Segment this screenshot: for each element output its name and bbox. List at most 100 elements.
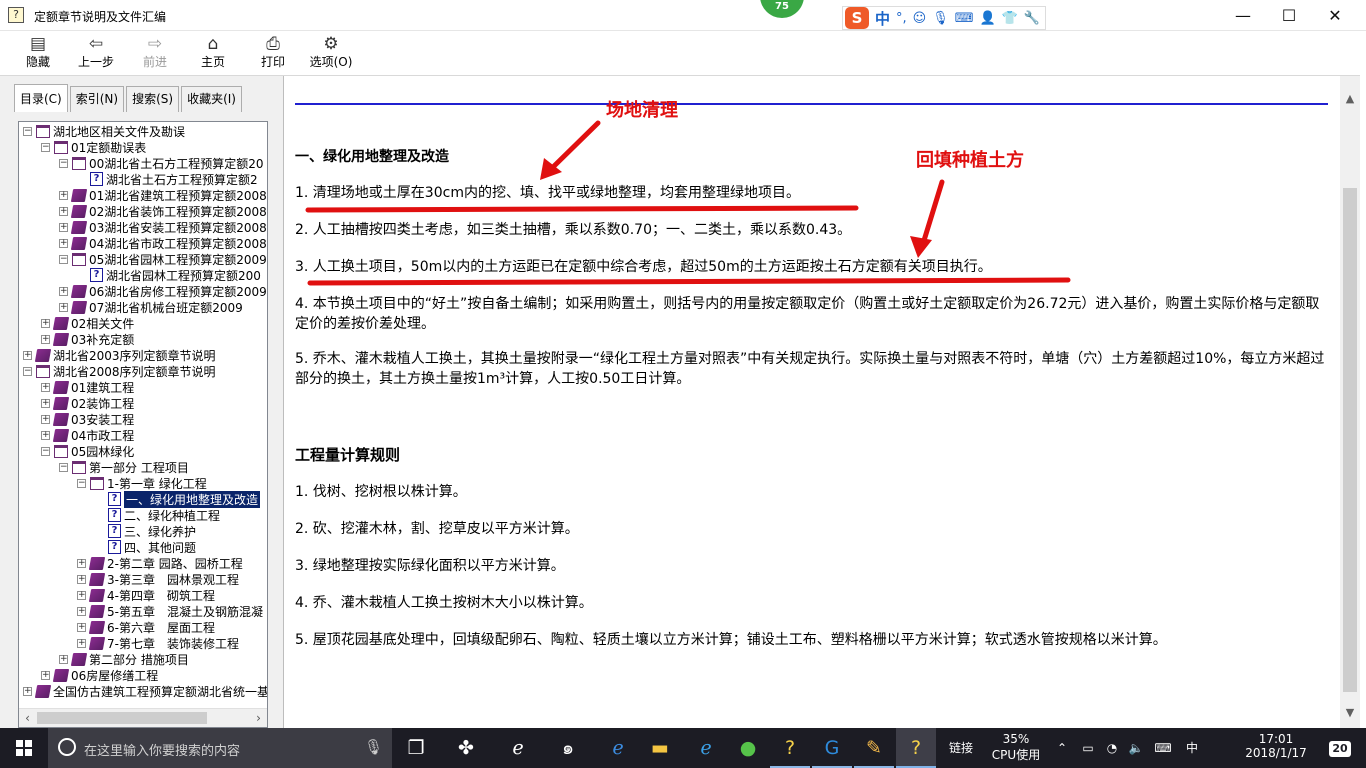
tree-node[interactable]: − 01定额勘误表 xyxy=(41,139,146,155)
maximize-button[interactable]: ☐ xyxy=(1266,0,1312,31)
tree-node[interactable]: +2-第二章 园路、园桥工程 xyxy=(77,555,243,571)
minimize-button[interactable]: — xyxy=(1220,0,1266,31)
collapse-icon[interactable]: − xyxy=(59,254,68,264)
scroll-up-icon[interactable]: ▲ xyxy=(1340,90,1360,108)
ie-browser-icon[interactable]: ℯ xyxy=(686,728,726,768)
tree-node[interactable]: +01建筑工程 xyxy=(41,379,134,395)
expand-icon[interactable]: + xyxy=(59,206,68,216)
content-scroll-thumb[interactable] xyxy=(1343,188,1357,692)
collapse-icon[interactable]: − xyxy=(23,126,32,136)
tree-node[interactable]: + 湖北省2003序列定额章节说明 xyxy=(23,347,216,363)
tree-node[interactable]: − 第一部分 工程项目 xyxy=(59,459,189,475)
tree-node[interactable]: +06房屋修缮工程 xyxy=(41,667,158,683)
tree-node[interactable]: + 第二部分 措施项目 xyxy=(59,651,189,667)
chevron-up-icon[interactable]: ⌃ xyxy=(1052,728,1072,768)
microphone-icon[interactable]: 🎙 xyxy=(364,738,383,756)
link-toolbar[interactable]: 链接 xyxy=(944,728,978,768)
tree-node[interactable]: − 湖北省2008序列定额章节说明 xyxy=(23,363,216,379)
content-vertical-scrollbar[interactable]: ▲ ▼ xyxy=(1340,76,1360,728)
ime-indicator[interactable]: 中 xyxy=(1180,728,1204,768)
expand-icon[interactable]: + xyxy=(77,606,86,616)
expand-icon[interactable]: + xyxy=(41,334,50,344)
close-button[interactable]: ✕ xyxy=(1312,0,1358,31)
expand-icon[interactable]: + xyxy=(59,222,68,232)
floating-badge[interactable]: 75 xyxy=(760,0,804,18)
expand-icon[interactable]: + xyxy=(77,622,86,632)
notepad-app-icon[interactable]: ✎ xyxy=(854,728,894,768)
scroll-right-icon[interactable]: › xyxy=(250,709,267,727)
tree-node[interactable]: ? 三、绿化养护 xyxy=(95,523,196,539)
tree-node[interactable]: +6-第六章 屋面工程 xyxy=(77,619,215,635)
keyboard-icon[interactable]: ⌨ xyxy=(955,11,974,26)
360-browser-icon[interactable]: ● xyxy=(728,728,768,768)
expand-icon[interactable]: + xyxy=(77,590,86,600)
tree-node[interactable]: +01湖北省建筑工程预算定额2008 xyxy=(59,187,267,203)
tree-node[interactable]: + 全国仿古建筑工程预算定额湖北省统一基 xyxy=(23,683,267,699)
keyboard-icon[interactable]: ⌨ xyxy=(1150,728,1176,768)
emoji-icon[interactable]: ☺ xyxy=(913,11,927,26)
expand-icon[interactable]: + xyxy=(59,654,68,664)
hide-button[interactable]: ▤ 隐藏 xyxy=(20,33,56,73)
notification-center[interactable]: 20 xyxy=(1322,728,1358,768)
tree-node[interactable]: − 1-第一章 绿化工程 xyxy=(77,475,207,491)
g-app-icon[interactable]: G xyxy=(812,728,852,768)
tree-node[interactable]: − 湖北地区相关文件及勘误 xyxy=(23,123,185,139)
expand-icon[interactable]: + xyxy=(41,382,50,392)
print-button[interactable]: ⎙ 打印 xyxy=(256,33,290,73)
tree-node[interactable]: − 00湖北省土石方工程预算定额20 xyxy=(59,155,264,171)
microphone-icon[interactable]: 🎙 xyxy=(932,11,949,26)
tree-node[interactable]: +04湖北省市政工程预算定额2008 xyxy=(59,235,267,251)
collapse-icon[interactable]: − xyxy=(23,366,32,376)
expand-icon[interactable]: + xyxy=(23,686,32,696)
collapse-icon[interactable]: − xyxy=(77,478,86,488)
tree-node[interactable]: +03补充定额 xyxy=(41,331,134,347)
collapse-icon[interactable]: − xyxy=(41,446,50,456)
sogou-logo-icon[interactable]: S xyxy=(845,7,869,29)
tree-node[interactable]: − 05园林绿化 xyxy=(41,443,134,459)
expand-icon[interactable]: + xyxy=(59,238,68,248)
expand-icon[interactable]: + xyxy=(77,558,86,568)
expand-icon[interactable]: + xyxy=(41,430,50,440)
home-button[interactable]: ⌂ 主页 xyxy=(196,33,230,73)
wifi-icon[interactable]: ◔ xyxy=(1102,728,1122,768)
expand-icon[interactable]: + xyxy=(77,638,86,648)
expand-icon[interactable]: + xyxy=(77,574,86,584)
tab-contents[interactable]: 目录(C) xyxy=(14,84,68,112)
tab-index[interactable]: 索引(N) xyxy=(69,86,125,112)
forward-button[interactable]: ⇨ 前进 xyxy=(138,33,172,73)
tree-node[interactable]: +03湖北省安装工程预算定额2008 xyxy=(59,219,267,235)
tree-node[interactable]: +5-第五章 混凝土及钢筋混凝 xyxy=(77,603,263,619)
tree-node[interactable]: +03安装工程 xyxy=(41,411,134,427)
file-explorer-icon[interactable]: ▬ xyxy=(640,728,680,768)
scroll-thumb[interactable] xyxy=(37,712,207,724)
tree-node[interactable]: +7-第七章 装饰装修工程 xyxy=(77,635,239,651)
clock[interactable]: 17:01 2018/1/17 xyxy=(1236,728,1316,768)
tree-node[interactable]: +04市政工程 xyxy=(41,427,134,443)
tree-node[interactable]: +07湖北省机械台班定额2009 xyxy=(59,299,243,315)
scroll-left-icon[interactable]: ‹ xyxy=(19,709,36,727)
pinwheel-app-icon[interactable]: ✤ xyxy=(446,728,486,768)
tree-horizontal-scrollbar[interactable]: ‹ › xyxy=(19,708,267,727)
help-app-active-icon[interactable]: ? xyxy=(896,728,936,768)
edge-blue-icon[interactable]: ℯ xyxy=(598,728,638,768)
help-app-1-icon[interactable]: ? xyxy=(770,728,810,768)
expand-icon[interactable]: + xyxy=(59,286,68,296)
expand-icon[interactable]: + xyxy=(59,302,68,312)
ime-mode-toggle[interactable]: 中 xyxy=(875,8,890,29)
volume-icon[interactable]: 🔈 xyxy=(1126,728,1146,768)
expand-icon[interactable]: + xyxy=(23,350,32,360)
tree-node[interactable]: +02湖北省装饰工程预算定额2008 xyxy=(59,203,267,219)
user-icon[interactable]: 👤 xyxy=(980,11,996,26)
tree-node[interactable]: +06湖北省房修工程预算定额2009 xyxy=(59,283,267,299)
tab-search[interactable]: 搜索(S) xyxy=(126,86,180,112)
back-button[interactable]: ⇦ 上一步 xyxy=(74,33,118,73)
expand-icon[interactable]: + xyxy=(41,398,50,408)
ime-punct-toggle[interactable]: °, xyxy=(896,11,907,26)
tree-node[interactable]: +02相关文件 xyxy=(41,315,134,331)
skin-icon[interactable]: 👕 xyxy=(1002,11,1018,26)
tree-node[interactable]: ? 二、绿化种植工程 xyxy=(95,507,220,523)
collapse-icon[interactable]: − xyxy=(59,158,68,168)
tree-node[interactable]: +3-第三章 园林景观工程 xyxy=(77,571,239,587)
ime-toolbar[interactable]: S 中 °, ☺ 🎙 ⌨ 👤 👕 🔧 xyxy=(842,6,1046,30)
tree-node[interactable]: ? 四、其他问题 xyxy=(95,539,196,555)
